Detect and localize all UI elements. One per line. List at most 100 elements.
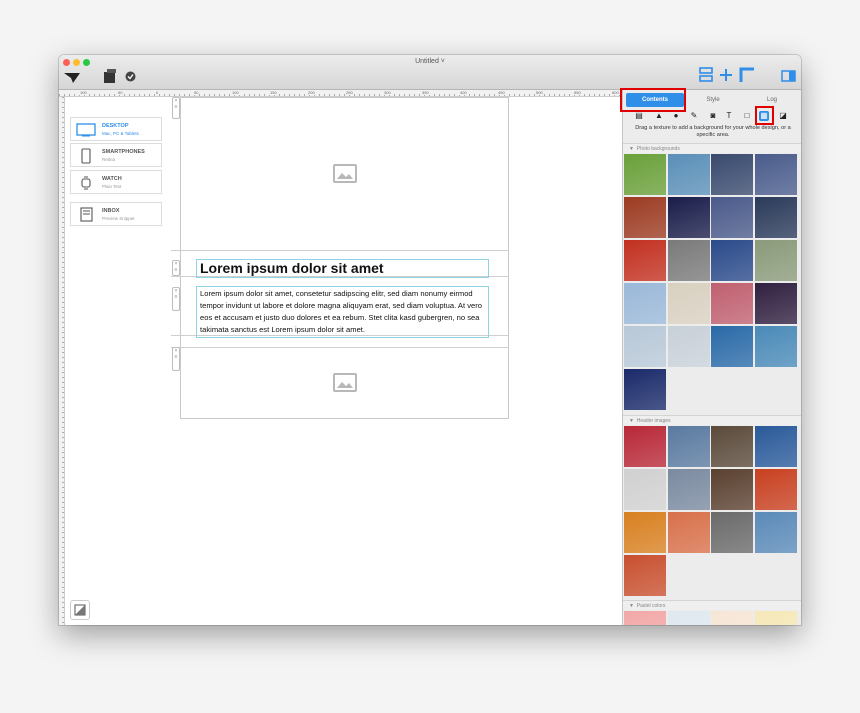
pastel-color-swatch[interactable]: [711, 611, 753, 625]
photo-background-thumb[interactable]: [624, 369, 666, 410]
photo-background-thumb[interactable]: [624, 240, 666, 281]
photo-background-thumb[interactable]: [624, 283, 666, 324]
app-window: Untitled ˅ 100 50 0 50 100 150 200 250 300 350 400…: [59, 55, 801, 625]
phone-icon: [81, 148, 91, 164]
section-photo-backgrounds[interactable]: ▼ Photo backgrounds: [623, 143, 801, 153]
photo-background-thumb[interactable]: [754, 240, 797, 281]
header-image-thumb[interactable]: [624, 426, 666, 467]
section-pastel-colors[interactable]: ▼ Pastel colors: [623, 600, 801, 610]
photo-background-thumb[interactable]: [624, 197, 666, 238]
ruler-label: 150: [269, 90, 278, 95]
ruler-label: 550: [573, 90, 582, 95]
photo-background-thumb[interactable]: [711, 154, 753, 195]
ruler-label: 0: [155, 90, 160, 95]
header-image-thumb[interactable]: [754, 512, 797, 553]
block-handle[interactable]: × ≡: [172, 97, 180, 119]
ruler-label: 400: [459, 90, 468, 95]
window-title: Untitled ˅: [415, 58, 445, 65]
header-image-thumb[interactable]: [754, 426, 797, 467]
tab-log[interactable]: Log: [743, 93, 801, 107]
block-handle[interactable]: × ≡: [172, 347, 180, 371]
device-watch[interactable]: WATCH Plain Text: [70, 170, 162, 194]
photo-background-thumb[interactable]: [624, 326, 666, 367]
ruler-label: 200: [307, 90, 316, 95]
device-sidebar: DESKTOP Mac, PC & Tablets SMARTPHONES Re…: [65, 97, 175, 625]
photo-background-thumb[interactable]: [754, 154, 797, 195]
photo-background-thumb[interactable]: [667, 283, 710, 324]
block-handle[interactable]: × ≡: [172, 287, 180, 311]
header-image-thumb[interactable]: [624, 512, 666, 553]
send-icon[interactable]: [63, 70, 81, 84]
header-image-thumb[interactable]: [624, 555, 666, 596]
photo-background-thumb[interactable]: [711, 240, 753, 281]
ruler-label: 50: [193, 90, 200, 95]
horizontal-ruler: 100 50 0 50 100 150 200 250 300 350 400 450 500 550 60…: [59, 90, 622, 97]
tab-style[interactable]: Style: [684, 93, 742, 107]
add-plus-icon[interactable]: [719, 68, 733, 82]
pastel-color-swatch[interactable]: [667, 611, 710, 625]
ruler-label: 100: [231, 90, 240, 95]
block-handle[interactable]: × ≡: [172, 260, 180, 276]
preview-button[interactable]: [70, 600, 90, 620]
layout-tool-icon[interactable]: ▤: [634, 111, 644, 121]
device-sub: Mac, PC & Tablets: [102, 131, 139, 136]
header-image-thumb[interactable]: [754, 469, 797, 510]
image-placeholder-icon[interactable]: [333, 373, 357, 392]
device-name: DESKTOP: [102, 123, 129, 129]
photo-background-thumb[interactable]: [667, 326, 710, 367]
pastel-color-swatch[interactable]: [624, 611, 666, 625]
check-circle-icon[interactable]: [125, 71, 136, 82]
photo-background-thumb[interactable]: [711, 326, 753, 367]
ruler-label: 600: [611, 90, 620, 95]
triangle-icon[interactable]: ▲: [654, 111, 664, 121]
section-header-images[interactable]: ▼ Header images: [623, 415, 801, 425]
text-tool[interactable]: T: [724, 111, 734, 121]
header-image-thumb[interactable]: [711, 469, 753, 510]
device-sub: Plain Text: [102, 184, 122, 189]
header-image-thumb[interactable]: [711, 426, 753, 467]
photo-background-thumb[interactable]: [667, 197, 710, 238]
camera-icon[interactable]: ◙: [708, 111, 718, 121]
ruler-label: 500: [535, 90, 544, 95]
corner-layout-icon[interactable]: [739, 67, 755, 83]
photo-background-thumb[interactable]: [667, 154, 710, 195]
device-desktop[interactable]: DESKTOP Mac, PC & Tablets: [70, 117, 162, 141]
watch-icon: [81, 176, 91, 190]
photo-background-thumb[interactable]: [624, 154, 666, 195]
circle-icon[interactable]: ●: [671, 111, 681, 121]
ruler-label: 250: [345, 90, 354, 95]
image-placeholder-icon[interactable]: [333, 164, 357, 183]
header-image-thumb[interactable]: [624, 469, 666, 510]
device-sub: Preview Snippet: [102, 216, 135, 221]
ruler-label: 350: [421, 90, 430, 95]
header-image-thumb[interactable]: [711, 512, 753, 553]
ruler-label: 300: [383, 90, 392, 95]
right-panel: Contents Style Log ▤ ▲ ● ✎ ◙ T □ ▦ ◪ Dra…: [620, 88, 801, 625]
device-smartphones[interactable]: SMARTPHONES Retina: [70, 143, 162, 167]
monitor-icon: [76, 123, 96, 137]
stack-icon[interactable]: [103, 68, 117, 84]
ruler-label: 50: [117, 90, 124, 95]
headline-text[interactable]: Lorem ipsum dolor sit amet: [200, 260, 384, 276]
header-image-thumb[interactable]: [667, 426, 710, 467]
highlight-box: [620, 88, 686, 112]
sidebar-toggle-icon[interactable]: [781, 70, 796, 82]
square-icon[interactable]: □: [742, 111, 752, 121]
photo-background-thumb[interactable]: [711, 197, 753, 238]
photo-background-thumb[interactable]: [711, 283, 753, 324]
body-text[interactable]: Lorem ipsum dolor sit amet, consetetur s…: [200, 288, 490, 336]
image-icon[interactable]: ◪: [778, 111, 788, 121]
photo-background-thumb[interactable]: [754, 326, 797, 367]
photo-background-thumb[interactable]: [667, 240, 710, 281]
inbox-icon: [80, 207, 93, 222]
header-image-thumb[interactable]: [667, 512, 710, 553]
photo-background-thumb[interactable]: [754, 197, 797, 238]
header-image-thumb[interactable]: [667, 469, 710, 510]
pen-icon[interactable]: ✎: [689, 111, 699, 121]
layout-rows-icon[interactable]: [699, 67, 713, 83]
pastel-color-swatch[interactable]: [754, 611, 797, 625]
ruler-label: 100: [79, 90, 88, 95]
device-inbox[interactable]: INBOX Preview Snippet: [70, 202, 162, 226]
photo-background-thumb[interactable]: [754, 283, 797, 324]
device-name: SMARTPHONES: [102, 149, 145, 155]
